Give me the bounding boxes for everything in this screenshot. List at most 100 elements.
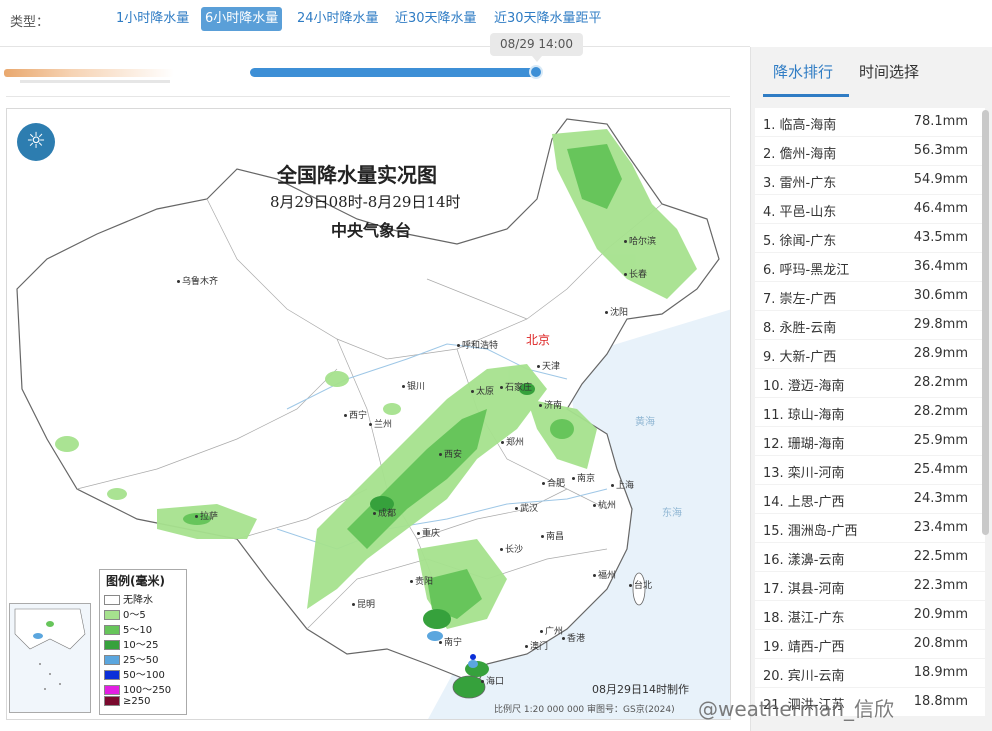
city-label: 福州 — [593, 568, 616, 581]
map-org: 中央气象台 — [331, 221, 412, 240]
map-scale: 比例尺 1:20 000 000 审图号：GS京(2024) — [494, 705, 675, 715]
ranking-row[interactable]: 7. 崇左-广西 30.6mm — [755, 282, 985, 310]
city-label: 南宁 — [439, 635, 462, 648]
legend-item: 25～50 — [104, 651, 182, 666]
ranking-row[interactable]: 18. 湛江-广东 20.9mm — [755, 601, 985, 629]
precip-value: 25.4mm — [913, 462, 968, 477]
ranking-row[interactable]: 6. 呼玛-黑龙江 36.4mm — [755, 253, 985, 281]
precipitation-map: ☼ 全国降水量实况图 8月29日08时-8月29日14时 中央气象台 北京 乌鲁… — [6, 108, 731, 720]
city-label: 郑州 — [501, 435, 524, 448]
tab-time-select[interactable]: 时间选择 — [859, 61, 919, 82]
ranking-row[interactable]: 13. 栾川-河南 25.4mm — [755, 456, 985, 484]
ranking-row[interactable]: 12. 珊瑚-海南 25.9mm — [755, 427, 985, 455]
station-name: 20. 宾川-云南 — [763, 669, 845, 684]
station-name: 12. 珊瑚-海南 — [763, 437, 845, 452]
legend-swatch — [104, 655, 120, 665]
ranking-row[interactable]: 19. 靖西-广西 20.8mm — [755, 630, 985, 658]
panel-tabs: 降水排行 时间选择 — [751, 47, 992, 97]
sea-label: 黄海 — [635, 417, 655, 428]
ranking-row[interactable]: 11. 琼山-海南 28.2mm — [755, 398, 985, 426]
time-slider-handle[interactable] — [529, 65, 543, 79]
legend-label: 无降水 — [123, 595, 153, 606]
legend-item: 50～100 — [104, 666, 182, 681]
watermark: @weatherman_信欣 — [698, 697, 895, 721]
ranking-row[interactable]: 1. 临高-海南 78.1mm — [755, 108, 985, 136]
ranking-scrollbar[interactable] — [982, 110, 989, 535]
map-legend: 图例(毫米) 无降水 0～5 5～10 10～25 25～50 50～100 1… — [99, 569, 187, 715]
station-name: 13. 栾川-河南 — [763, 466, 845, 481]
type-label: 类型： — [10, 15, 50, 30]
ranking-row[interactable]: 10. 澄迈-海南 28.2mm — [755, 369, 985, 397]
legend-swatch — [104, 696, 120, 706]
precip-value: 36.4mm — [913, 259, 968, 274]
city-label: 成都 — [373, 506, 396, 519]
ranking-row[interactable]: 3. 雷州-广东 54.9mm — [755, 166, 985, 194]
tab-30d-anomaly[interactable]: 近30天降水量距平 — [490, 7, 606, 31]
city-label: 合肥 — [542, 476, 565, 489]
ranking-row[interactable]: 8. 永胜-云南 29.8mm — [755, 311, 985, 339]
precip-value: 28.9mm — [913, 346, 968, 361]
ranking-row[interactable]: 20. 宾川-云南 18.9mm — [755, 659, 985, 687]
precip-value: 18.9mm — [913, 665, 968, 680]
precip-value: 24.3mm — [913, 491, 968, 506]
tab-1h-precip[interactable]: 1小时降水量 — [112, 7, 193, 31]
ranking-row[interactable]: 17. 淇县-河南 22.3mm — [755, 572, 985, 600]
time-slider-track[interactable] — [250, 68, 540, 77]
ranking-row[interactable]: 5. 徐闻-广东 43.5mm — [755, 224, 985, 252]
precip-value: 18.8mm — [913, 694, 968, 709]
map-subtitle: 8月29日08时-8月29日14时 — [270, 193, 461, 211]
city-label: 杭州 — [593, 498, 616, 511]
precip-value: 22.5mm — [913, 549, 968, 564]
city-label: 呼和浩特 — [457, 338, 498, 351]
city-label: 西安 — [439, 447, 462, 460]
city-label: 兰州 — [369, 417, 392, 430]
city-label: 长沙 — [500, 542, 523, 555]
legend-item: 100～250 — [104, 681, 182, 696]
legend-label: 10～25 — [123, 640, 159, 651]
city-label: 济南 — [539, 398, 562, 411]
city-label: 天津 — [537, 359, 560, 372]
city-label: 南昌 — [541, 529, 564, 542]
legend-item: 10～25 — [104, 636, 182, 651]
tab-precip-ranking[interactable]: 降水排行 — [773, 61, 833, 82]
ranking-row[interactable]: 4. 平邑-山东 46.4mm — [755, 195, 985, 223]
tab-24h-precip[interactable]: 24小时降水量 — [293, 7, 383, 31]
legend-label: 5～10 — [123, 625, 153, 636]
precip-value: 43.5mm — [913, 230, 968, 245]
city-label: 海口 — [481, 674, 504, 687]
legend-swatch — [104, 610, 120, 620]
legend-label: 50～100 — [123, 670, 165, 681]
precip-value: 78.1mm — [913, 114, 968, 129]
timeline-base — [20, 80, 170, 83]
precip-value: 30.6mm — [913, 288, 968, 303]
station-name: 8. 永胜-云南 — [763, 321, 837, 336]
station-name: 11. 琼山-海南 — [763, 408, 845, 423]
precip-value: 22.3mm — [913, 578, 968, 593]
ranking-row[interactable]: 16. 漾濞-云南 22.5mm — [755, 543, 985, 571]
city-label: 西宁 — [344, 408, 367, 421]
station-name: 14. 上思-广西 — [763, 495, 845, 510]
ranking-row[interactable]: 2. 儋州-海南 56.3mm — [755, 137, 985, 165]
precip-value: 54.9mm — [913, 172, 968, 187]
divider — [0, 46, 750, 47]
legend-swatch — [104, 595, 120, 605]
city-label: 上海 — [611, 478, 634, 491]
timeline-gradient — [4, 69, 174, 77]
city-label: 太原 — [471, 384, 494, 397]
legend-swatch — [104, 625, 120, 635]
legend-label: 25～50 — [123, 655, 159, 666]
legend-title: 图例(毫米) — [106, 574, 165, 588]
cma-logo: ☼ — [17, 123, 55, 161]
station-name: 9. 大新-广西 — [763, 350, 837, 365]
divider — [6, 96, 730, 97]
tab-30d-precip[interactable]: 近30天降水量 — [391, 7, 481, 31]
city-label: 石家庄 — [500, 380, 532, 393]
city-label: 拉萨 — [195, 509, 218, 522]
ranking-row[interactable]: 15. 涠洲岛-广西 23.4mm — [755, 514, 985, 542]
city-label: 乌鲁木齐 — [177, 274, 218, 287]
city-label: 南京 — [572, 471, 595, 484]
ranking-row[interactable]: 14. 上思-广西 24.3mm — [755, 485, 985, 513]
tab-6h-precip[interactable]: 6小时降水量 — [201, 7, 283, 31]
precip-value: 20.8mm — [913, 636, 968, 651]
ranking-row[interactable]: 9. 大新-广西 28.9mm — [755, 340, 985, 368]
